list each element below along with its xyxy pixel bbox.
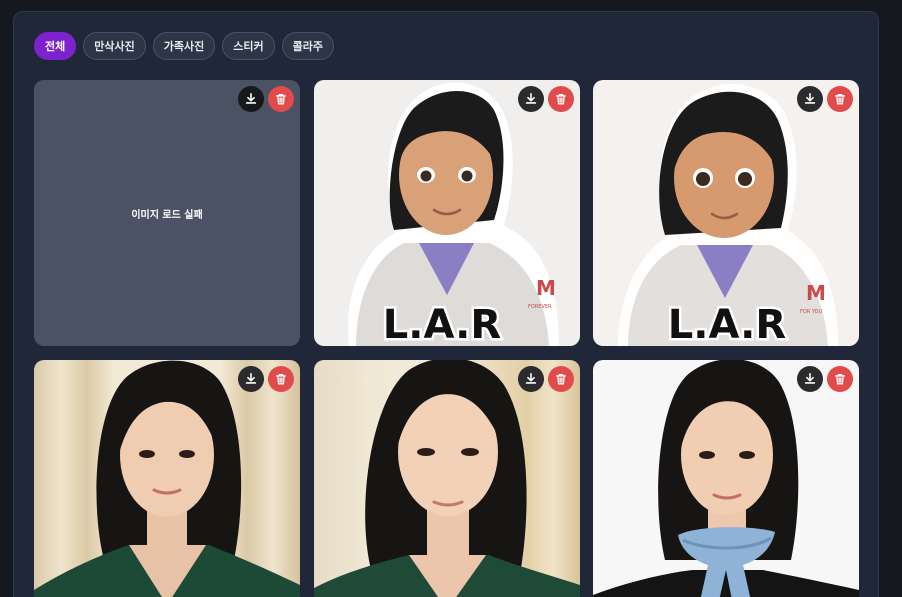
trash-icon [275,93,287,105]
delete-button[interactable] [268,86,294,112]
download-button[interactable] [238,86,264,112]
portrait-image [314,360,580,597]
gallery-card[interactable] [314,360,580,597]
portrait-image [34,360,300,597]
download-icon [804,372,816,384]
download-button[interactable] [797,366,823,392]
gallery-card[interactable]: M FOREVER L.A.R [314,80,580,346]
tab-maternity[interactable]: 만삭사진 [83,32,146,60]
gallery-card[interactable]: 이미지 로드 실패 [34,80,300,346]
trash-icon [834,93,846,105]
download-button[interactable] [797,86,823,112]
card-actions [238,366,294,392]
sticker-caption: L.A.R [668,302,786,346]
download-button[interactable] [518,366,544,392]
card-actions [518,86,574,112]
tab-sticker[interactable]: 스티커 [222,32,275,60]
tab-collage[interactable]: 콜라주 [281,32,334,60]
trash-icon [555,93,567,105]
card-actions [518,366,574,392]
gallery-card[interactable] [34,360,300,597]
download-icon [245,92,257,104]
patch-letter: M [806,281,826,305]
tab-family[interactable]: 가족사진 [152,32,216,60]
trash-icon [555,373,567,385]
download-button[interactable] [518,86,544,112]
download-icon [525,92,537,104]
delete-button[interactable] [548,86,574,112]
patch-letter: M [536,276,556,300]
card-actions [797,86,853,112]
delete-button[interactable] [268,366,294,392]
sticker-caption: L.A.R [383,302,501,346]
patch-text: FOREVER [528,304,552,310]
portrait-image [593,360,859,597]
trash-icon [834,373,846,385]
gallery-card[interactable]: M FOR YOU L.A.R [593,80,859,346]
sticker-image: M FOREVER L.A.R [314,80,580,346]
delete-button[interactable] [827,86,853,112]
load-failed-message: 이미지 로드 실패 [131,209,203,221]
filter-tabs: 전체 만삭사진 가족사진 스티커 콜라주 [34,32,334,60]
delete-button[interactable] [827,366,853,392]
sticker-image: M FOR YOU L.A.R [593,80,859,346]
download-icon [245,372,257,384]
trash-icon [275,373,287,385]
gallery-panel: 전체 만삭사진 가족사진 스티커 콜라주 이미지 로드 실패 M FOREVER… [13,11,879,597]
card-actions [797,366,853,392]
download-icon [525,372,537,384]
card-actions [238,86,294,112]
patch-text: FOR YOU [800,309,823,315]
delete-button[interactable] [548,366,574,392]
download-icon [804,92,816,104]
gallery-card[interactable] [593,360,859,597]
tab-all[interactable]: 전체 [34,32,77,60]
download-button[interactable] [238,366,264,392]
